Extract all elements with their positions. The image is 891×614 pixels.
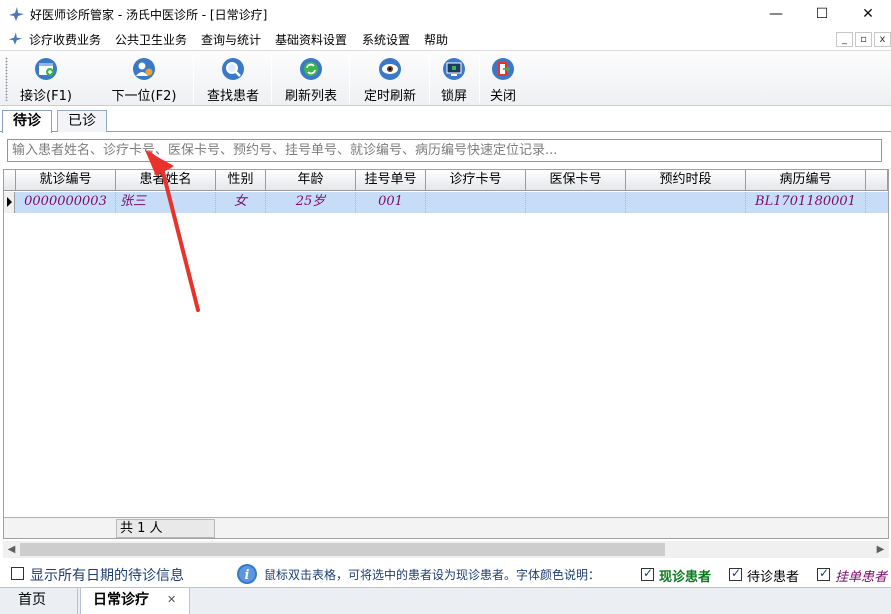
col-appointment-slot[interactable]: 预约时段	[626, 170, 746, 191]
mdi-minimize-button[interactable]: _	[836, 32, 853, 47]
toolbar-separator	[271, 55, 272, 103]
app-menu-icon[interactable]	[7, 31, 23, 46]
find-patient-button[interactable]: 查找患者	[200, 53, 266, 105]
double-click-hint: 鼠标双击表格，可将选中的患者设为现诊患者。字体颜色说明：	[264, 568, 601, 582]
receive-patient-icon	[35, 58, 57, 80]
col-clinic-card[interactable]: 诊疗卡号	[426, 170, 526, 191]
doc-tab-home-label: 首页	[18, 592, 46, 608]
monitor-lock-icon	[443, 58, 465, 80]
close-module-button[interactable]: 关闭	[484, 53, 522, 105]
receive-patient-button[interactable]: 接诊(F1)	[14, 53, 78, 105]
tab-finished[interactable]: 已诊	[57, 110, 107, 132]
minimize-button[interactable]: —	[753, 0, 799, 28]
doc-tab-home[interactable]: 首页	[6, 588, 78, 614]
info-icon: i	[237, 564, 257, 584]
scroll-left-icon[interactable]: ◀	[3, 541, 20, 558]
menu-public-health[interactable]: 公共卫生业务	[115, 31, 187, 48]
refresh-list-button[interactable]: 刷新列表	[278, 53, 344, 105]
status-bar: 显示所有日期的待诊信息 i 鼠标双击表格，可将选中的患者设为现诊患者。字体颜色说…	[0, 560, 891, 586]
patient-grid[interactable]: 就诊编号 患者姓名 性别 年龄 挂号单号 诊疗卡号 医保卡号 预约时段 病历编号…	[3, 169, 889, 539]
menu-system-settings[interactable]: 系统设置	[362, 31, 410, 48]
col-record-number[interactable]: 病历编号	[746, 170, 866, 191]
cell-clinic-card	[426, 192, 526, 213]
cell-registration-number: 001	[356, 192, 426, 213]
toolbar: 接诊(F1) 下一位(F2) 查找患者 刷新列表 定时刷新 锁屏 关闭	[0, 50, 891, 129]
cell-gender: 女	[216, 192, 266, 213]
title-bar: 好医师诊所管家 - 汤氏中医诊所 - [日常诊疗] — ☐ ✕	[0, 0, 891, 28]
col-age[interactable]: 年龄	[266, 170, 356, 191]
close-module-label: 关闭	[489, 89, 516, 104]
exit-icon	[492, 58, 514, 80]
legend-pending-checkbox[interactable]	[817, 566, 830, 581]
cell-visit-number: 0000000003	[16, 192, 116, 213]
cell-age: 25岁	[266, 192, 356, 213]
legend-current-checkbox[interactable]	[641, 566, 654, 581]
col-filler	[866, 170, 888, 191]
find-patient-label: 查找患者	[206, 89, 259, 104]
search-icon	[222, 58, 244, 80]
cell-appointment-slot	[626, 192, 746, 213]
lock-screen-button[interactable]: 锁屏	[435, 53, 473, 105]
auto-refresh-button[interactable]: 定时刷新	[356, 53, 424, 105]
horizontal-scrollbar[interactable]: ◀ ▶	[3, 541, 889, 558]
toolbar-separator	[429, 55, 430, 103]
quick-locate-input[interactable]	[7, 139, 882, 162]
col-patient-name[interactable]: 患者姓名	[116, 170, 216, 191]
patient-count: 共 1 人	[116, 519, 215, 538]
app-logo-icon	[9, 7, 24, 21]
eye-icon	[379, 58, 401, 80]
menu-help[interactable]: 帮助	[424, 31, 448, 48]
tab-waiting[interactable]: 待诊	[2, 110, 52, 133]
col-gender[interactable]: 性别	[216, 170, 266, 191]
grid-footer: 共 1 人	[4, 517, 888, 538]
legend-waiting-label: 待诊患者	[747, 570, 800, 585]
mdi-close-button[interactable]: x	[874, 32, 891, 47]
show-all-dates-checkbox[interactable]	[11, 567, 24, 580]
menu-bar: 诊疗收费业务 公共卫生业务 查询与统计 基础资料设置 系统设置 帮助	[0, 28, 891, 50]
next-patient-button[interactable]: 下一位(F2)	[104, 53, 184, 105]
toolbar-grip[interactable]	[5, 57, 8, 101]
menu-clinic-billing[interactable]: 诊疗收费业务	[29, 31, 101, 48]
menu-query-stats[interactable]: 查询与统计	[201, 31, 261, 48]
close-button[interactable]: ✕	[845, 0, 891, 28]
legend-current-label: 现诊患者	[659, 570, 712, 585]
doc-tab-daily-clinic-label: 日常诊疗	[93, 592, 149, 608]
col-visit-number[interactable]: 就诊编号	[16, 170, 116, 191]
cell-insurance-card	[526, 192, 626, 213]
col-registration-number[interactable]: 挂号单号	[356, 170, 426, 191]
row-indicator	[4, 192, 15, 213]
refresh-icon	[300, 58, 322, 80]
scroll-thumb[interactable]	[20, 543, 665, 556]
close-tab-icon[interactable]: ✕	[167, 588, 176, 612]
cell-record-number: BL1701180001	[746, 192, 866, 213]
toolbar-separator	[349, 55, 350, 103]
scroll-right-icon[interactable]: ▶	[872, 541, 889, 558]
col-insurance-card[interactable]: 医保卡号	[526, 170, 626, 191]
lock-screen-label: 锁屏	[440, 89, 467, 104]
auto-refresh-label: 定时刷新	[363, 89, 416, 104]
mdi-restore-button[interactable]: ▫	[855, 32, 872, 47]
next-patient-label: 下一位(F2)	[111, 89, 177, 104]
patient-status-tabs: 待诊 已诊	[0, 108, 891, 133]
toolbar-separator	[193, 55, 194, 103]
maximize-button[interactable]: ☐	[799, 0, 845, 28]
table-row[interactable]: 0000000003 张三 女 25岁 001 BL1701180001	[4, 192, 888, 213]
legend-pending-label: 挂单患者	[835, 570, 888, 585]
cell-patient-name: 张三	[116, 192, 216, 213]
receive-patient-label: 接诊(F1)	[20, 89, 72, 104]
legend-waiting-checkbox[interactable]	[729, 566, 742, 581]
row-indicator-header	[4, 170, 16, 191]
window-title: 好医师诊所管家 - 汤氏中医诊所 - [日常诊疗]	[30, 8, 268, 22]
doc-tab-daily-clinic[interactable]: 日常诊疗 ✕	[80, 588, 190, 614]
next-patient-icon	[133, 58, 155, 80]
svg-text:i: i	[245, 568, 250, 583]
show-all-dates-label[interactable]: 显示所有日期的待诊信息	[30, 565, 184, 585]
toolbar-separator	[479, 55, 480, 103]
refresh-list-label: 刷新列表	[284, 89, 337, 104]
menu-basic-settings[interactable]: 基础资料设置	[275, 31, 347, 48]
document-tabs: 首页 日常诊疗 ✕	[0, 587, 891, 614]
